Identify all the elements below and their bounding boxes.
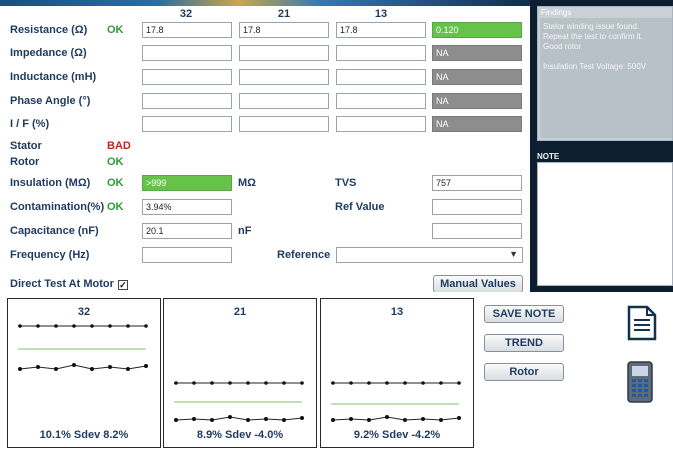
findings-line: Good rotor <box>543 42 582 51</box>
phase-chart-stats: 9.2% Sdev -4.2% <box>353 429 441 441</box>
phase-angle-13-field[interactable] <box>336 93 426 109</box>
contamination-status: OK <box>107 201 124 213</box>
findings-text: Stator winding issue found. Repeat the t… <box>540 18 672 138</box>
contamination-label: Contamination(%) <box>10 201 105 213</box>
insulation-label: Insulation (MΩ) <box>10 177 91 189</box>
reference-select[interactable]: ▼ <box>336 247 523 263</box>
dropdown-arrow-icon: ▼ <box>509 249 518 259</box>
rotor-status: OK <box>107 156 124 168</box>
insulation-field[interactable]: >999 <box>142 175 232 191</box>
note-textarea[interactable] <box>537 162 673 286</box>
phase-chart-plot <box>331 381 461 422</box>
phase-chart-plot <box>18 324 148 371</box>
direct-test-row: Direct Test At Motor ✓ <box>10 278 128 290</box>
capacitance-field[interactable]: 20.1 <box>142 223 232 239</box>
inductance-result: NA <box>432 69 522 85</box>
column-header-21: 21 <box>277 8 291 20</box>
findings-panel: Findings Stator winding issue found. Rep… <box>537 6 673 141</box>
resistance-32-field[interactable]: 17.8 <box>142 22 232 38</box>
insulation-unit: MΩ <box>238 177 256 189</box>
inductance-label: Inductance (mH) <box>10 71 97 83</box>
capacitance-unit: nF <box>238 225 252 237</box>
i-f-21-field[interactable] <box>239 116 329 132</box>
direct-test-label: Direct Test At Motor <box>10 278 114 290</box>
phase-angle-result: NA <box>432 93 522 109</box>
findings-line: Repeat the test to confirm it. <box>543 32 644 41</box>
stator-status: BAD <box>107 140 131 152</box>
impedance-result: NA <box>432 45 522 61</box>
rotor-label: Rotor <box>10 156 40 168</box>
rotor-button[interactable]: Rotor <box>484 363 564 381</box>
phase-chart-21: 21 8.9% Sdev -4.0% <box>163 298 317 448</box>
frequency-field[interactable] <box>142 247 232 263</box>
i-f-result: NA <box>432 116 522 132</box>
reference-select-value <box>337 253 343 257</box>
impedance-21-field[interactable] <box>239 45 329 61</box>
phase-angle-21-field[interactable] <box>239 93 329 109</box>
findings-line: Insulation Test Voltage: 500V <box>543 62 647 71</box>
column-header-13: 13 <box>374 8 388 20</box>
results-panel: 32 21 13 Resistance (Ω) OK 17.8 17.8 17.… <box>0 6 530 293</box>
direct-test-checkbox[interactable]: ✓ <box>117 280 128 290</box>
findings-line <box>543 52 669 62</box>
inductance-32-field[interactable] <box>142 69 232 85</box>
i-f-label: I / F (%) <box>10 118 50 130</box>
phase-chart-32: 32 10.1% Sdev 8.2% <box>7 298 161 448</box>
i-f-13-field[interactable] <box>336 116 426 132</box>
resistance-label: Resistance (Ω) <box>10 24 88 36</box>
resistance-status: OK <box>107 24 124 36</box>
ref-value-label: Ref Value <box>335 201 385 213</box>
inductance-21-field[interactable] <box>239 69 329 85</box>
manual-values-button[interactable]: Manual Values <box>433 275 523 293</box>
calculator-icon[interactable] <box>627 361 653 406</box>
findings-title: Findings <box>541 8 572 17</box>
phase-angle-32-field[interactable] <box>142 93 232 109</box>
stator-label: Stator <box>10 140 42 152</box>
phase-chart-13: 13 9.2% Sdev -4.2% <box>320 298 474 448</box>
reference-label: Reference <box>277 249 331 261</box>
column-header-32: 32 <box>179 8 193 20</box>
resistance-result: 0.120 <box>432 22 522 38</box>
impedance-label: Impedance (Ω) <box>10 47 87 59</box>
ref-value-field[interactable] <box>432 199 522 215</box>
phase-chart-plot <box>174 381 304 422</box>
contamination-field[interactable]: 3.94% <box>142 199 232 215</box>
insulation-status: OK <box>107 177 124 189</box>
impedance-13-field[interactable] <box>336 45 426 61</box>
tvs-field[interactable]: 757 <box>432 175 522 191</box>
tvs-label: TVS <box>335 177 357 189</box>
impedance-32-field[interactable] <box>142 45 232 61</box>
phase-chart-stats: 10.1% Sdev 8.2% <box>39 429 129 441</box>
phase-chart-stats: 8.9% Sdev -4.0% <box>196 429 284 441</box>
i-f-32-field[interactable] <box>142 116 232 132</box>
phase-angle-label: Phase Angle (°) <box>10 95 91 107</box>
capacitance-extra-field[interactable] <box>432 223 522 239</box>
trend-button[interactable]: TREND <box>484 334 564 352</box>
inductance-13-field[interactable] <box>336 69 426 85</box>
save-note-button[interactable]: SAVE NOTE <box>484 305 564 323</box>
note-title: NOTE <box>537 152 560 161</box>
capacitance-label: Capacitance (nF) <box>10 225 99 237</box>
findings-line: Stator winding issue found. <box>543 22 640 31</box>
resistance-13-field[interactable]: 17.8 <box>336 22 426 38</box>
resistance-21-field[interactable]: 17.8 <box>239 22 329 38</box>
document-icon[interactable] <box>627 305 657 344</box>
frequency-label: Frequency (Hz) <box>10 249 90 261</box>
